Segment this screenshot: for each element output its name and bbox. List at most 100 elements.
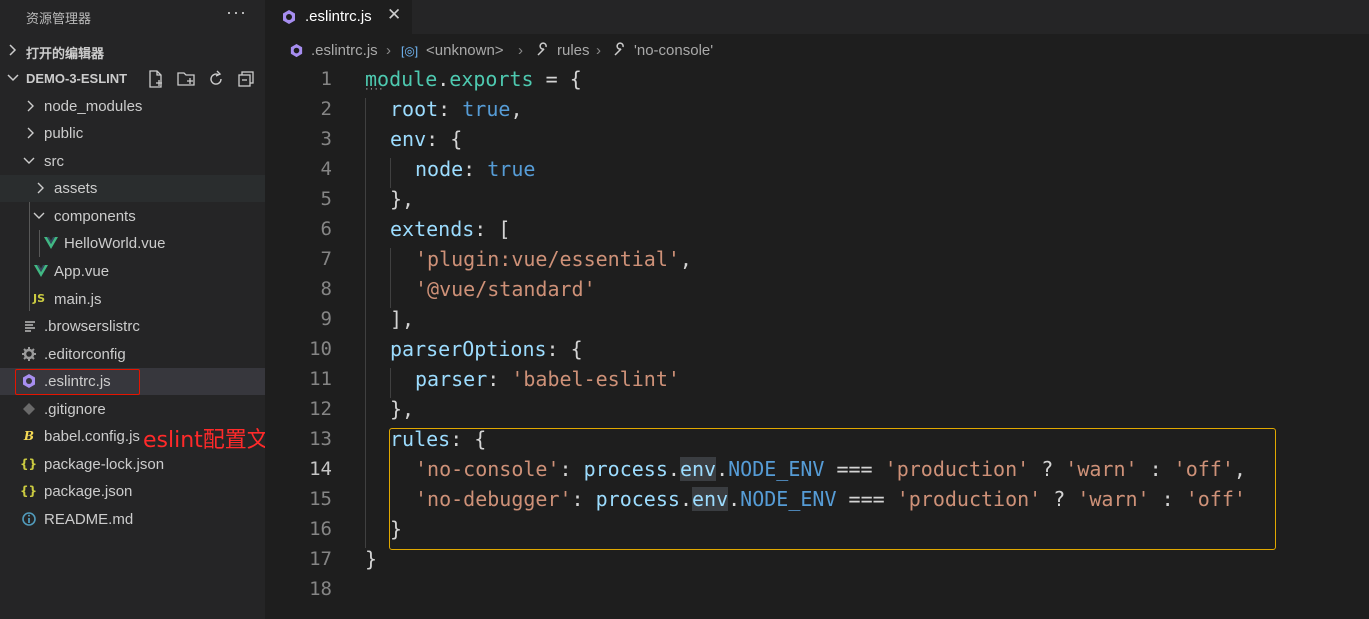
project-label: DEMO-3-ESLINT bbox=[26, 71, 128, 86]
tree-item-main-js[interactable]: JS main.js bbox=[0, 286, 265, 313]
indent-guide bbox=[390, 368, 391, 398]
tab-eslintrc-js[interactable]: .eslintrc.js ✕ bbox=[265, 0, 412, 34]
tree-item-label: package-lock.json bbox=[44, 456, 165, 473]
breadcrumb-file[interactable]: .eslintrc.js bbox=[311, 42, 378, 59]
tree-item-readme-md[interactable]: README.md bbox=[0, 506, 265, 533]
tree-item-assets[interactable]: assets bbox=[0, 175, 265, 202]
indent-guide bbox=[390, 158, 391, 188]
symbol-variable-icon: [◎] bbox=[401, 44, 419, 58]
open-editors-section[interactable]: 打开的编辑器 bbox=[0, 38, 265, 64]
tab-label: .eslintrc.js bbox=[305, 8, 372, 25]
line-number: 13 bbox=[309, 428, 332, 450]
explorer-sidebar: 资源管理器 ··· 打开的编辑器 DEMO-3-ESLINT node_modu… bbox=[0, 0, 265, 619]
tree-item-label: App.vue bbox=[54, 263, 110, 280]
tree-item-label: node_modules bbox=[44, 98, 143, 115]
line-number: 12 bbox=[309, 398, 332, 420]
code-line-4: node: true bbox=[415, 157, 536, 181]
line-number: 10 bbox=[309, 338, 332, 360]
vue-icon bbox=[34, 265, 48, 277]
rules-highlight-box bbox=[389, 428, 1276, 550]
code-line-9: ], bbox=[390, 307, 415, 331]
refresh-icon[interactable] bbox=[206, 69, 226, 89]
tree-item-gitignore[interactable]: .gitignore bbox=[0, 396, 265, 423]
tree-item-label: README.md bbox=[44, 511, 134, 528]
line-number: 9 bbox=[320, 308, 332, 330]
line-number: 17 bbox=[309, 548, 332, 570]
tree-item-label: HelloWorld.vue bbox=[64, 235, 166, 252]
line-number: 3 bbox=[320, 128, 332, 150]
tree-item-public[interactable]: public bbox=[0, 120, 265, 147]
tree-item-label: main.js bbox=[54, 291, 102, 308]
tree-item-editorconfig[interactable]: .editorconfig bbox=[0, 341, 265, 368]
tree-item-label: src bbox=[44, 153, 64, 170]
indent-guide bbox=[390, 248, 391, 308]
info-icon bbox=[22, 512, 36, 526]
project-section[interactable]: DEMO-3-ESLINT bbox=[0, 66, 265, 92]
breadcrumb-symbol[interactable]: 'no-console' bbox=[634, 42, 713, 59]
breadcrumb-symbol[interactable]: <unknown> bbox=[426, 42, 504, 59]
open-editors-label: 打开的编辑器 bbox=[26, 46, 105, 61]
explorer-header: 资源管理器 ··· bbox=[0, 0, 265, 34]
tree-item-components[interactable]: components bbox=[0, 203, 265, 230]
code-line-3: env: { bbox=[390, 127, 463, 151]
line-number: 16 bbox=[309, 518, 332, 540]
tree-item-package-json[interactable]: {} package.json bbox=[0, 478, 265, 505]
new-folder-icon[interactable] bbox=[176, 69, 196, 89]
breadcrumb-symbol[interactable]: rules bbox=[557, 42, 590, 59]
code-line-1: module.exports = { bbox=[365, 67, 582, 91]
code-line-17: } bbox=[365, 547, 378, 571]
line-number: 5 bbox=[320, 188, 332, 210]
indent-guide bbox=[365, 98, 366, 548]
tree-item-label: components bbox=[54, 208, 136, 225]
breadcrumb-separator: › bbox=[596, 42, 601, 59]
git-icon bbox=[23, 403, 35, 415]
more-actions-icon[interactable]: ··· bbox=[226, 2, 247, 23]
line-number: 15 bbox=[309, 488, 332, 510]
code-line-2: root: true, bbox=[390, 97, 523, 121]
tree-item-label: babel.config.js bbox=[44, 428, 140, 445]
wrench-icon bbox=[537, 42, 547, 56]
line-number: 11 bbox=[309, 368, 332, 390]
line-number: 2 bbox=[320, 98, 332, 120]
tree-item-label: .gitignore bbox=[44, 401, 106, 418]
tab-bar: .eslintrc.js ✕ bbox=[265, 0, 1369, 34]
tree-item-src[interactable]: src bbox=[0, 148, 265, 175]
tree-item-node-modules[interactable]: node_modules bbox=[0, 93, 265, 120]
code-line-6: extends: [ bbox=[390, 217, 511, 241]
line-number: 4 bbox=[320, 158, 332, 180]
eslintrc-highlight-box bbox=[15, 369, 140, 395]
vue-icon bbox=[44, 237, 58, 249]
breadcrumb-separator: › bbox=[386, 42, 391, 59]
chevron-right-icon bbox=[37, 182, 44, 194]
code-line-8: '@vue/standard' bbox=[415, 277, 596, 301]
explorer-title: 资源管理器 bbox=[26, 11, 92, 26]
tree-item-app-vue[interactable]: App.vue bbox=[0, 258, 265, 285]
gear-icon bbox=[22, 347, 36, 361]
editor-pane: .eslintrc.js ✕ .eslintrc.js › [◎] <unkno… bbox=[265, 0, 1369, 619]
breadcrumb-separator: › bbox=[518, 42, 523, 59]
babel-icon: B bbox=[23, 429, 35, 443]
tree-item-browserslistrc[interactable]: .browserslistrc bbox=[0, 313, 265, 340]
wrench-icon bbox=[614, 42, 624, 56]
code-line-5: }, bbox=[390, 187, 415, 211]
line-number: 8 bbox=[320, 278, 332, 300]
chevron-right-icon bbox=[27, 100, 34, 112]
chevron-down-icon bbox=[7, 74, 19, 82]
tree-item-helloworld-vue[interactable]: HelloWorld.vue bbox=[0, 230, 265, 257]
line-number: 7 bbox=[320, 248, 332, 270]
line-number: 6 bbox=[320, 218, 332, 240]
close-icon[interactable]: ✕ bbox=[387, 5, 401, 25]
chevron-right-icon bbox=[9, 44, 17, 56]
chevron-right-icon bbox=[27, 127, 34, 139]
line-number-current: 14 bbox=[309, 458, 332, 480]
tree-item-label: .editorconfig bbox=[44, 346, 126, 363]
code-line-7: 'plugin:vue/essential', bbox=[415, 247, 692, 271]
collapse-all-icon[interactable] bbox=[236, 69, 256, 89]
tree-item-label: package.json bbox=[44, 483, 133, 500]
tree-item-package-lock-json[interactable]: {} package-lock.json bbox=[0, 451, 265, 478]
chevron-down-icon bbox=[33, 212, 45, 219]
code-line-12: }, bbox=[390, 397, 415, 421]
new-file-icon[interactable] bbox=[146, 69, 166, 89]
js-icon: JS bbox=[32, 292, 45, 305]
code-line-11: parser: 'babel-eslint' bbox=[415, 367, 680, 391]
